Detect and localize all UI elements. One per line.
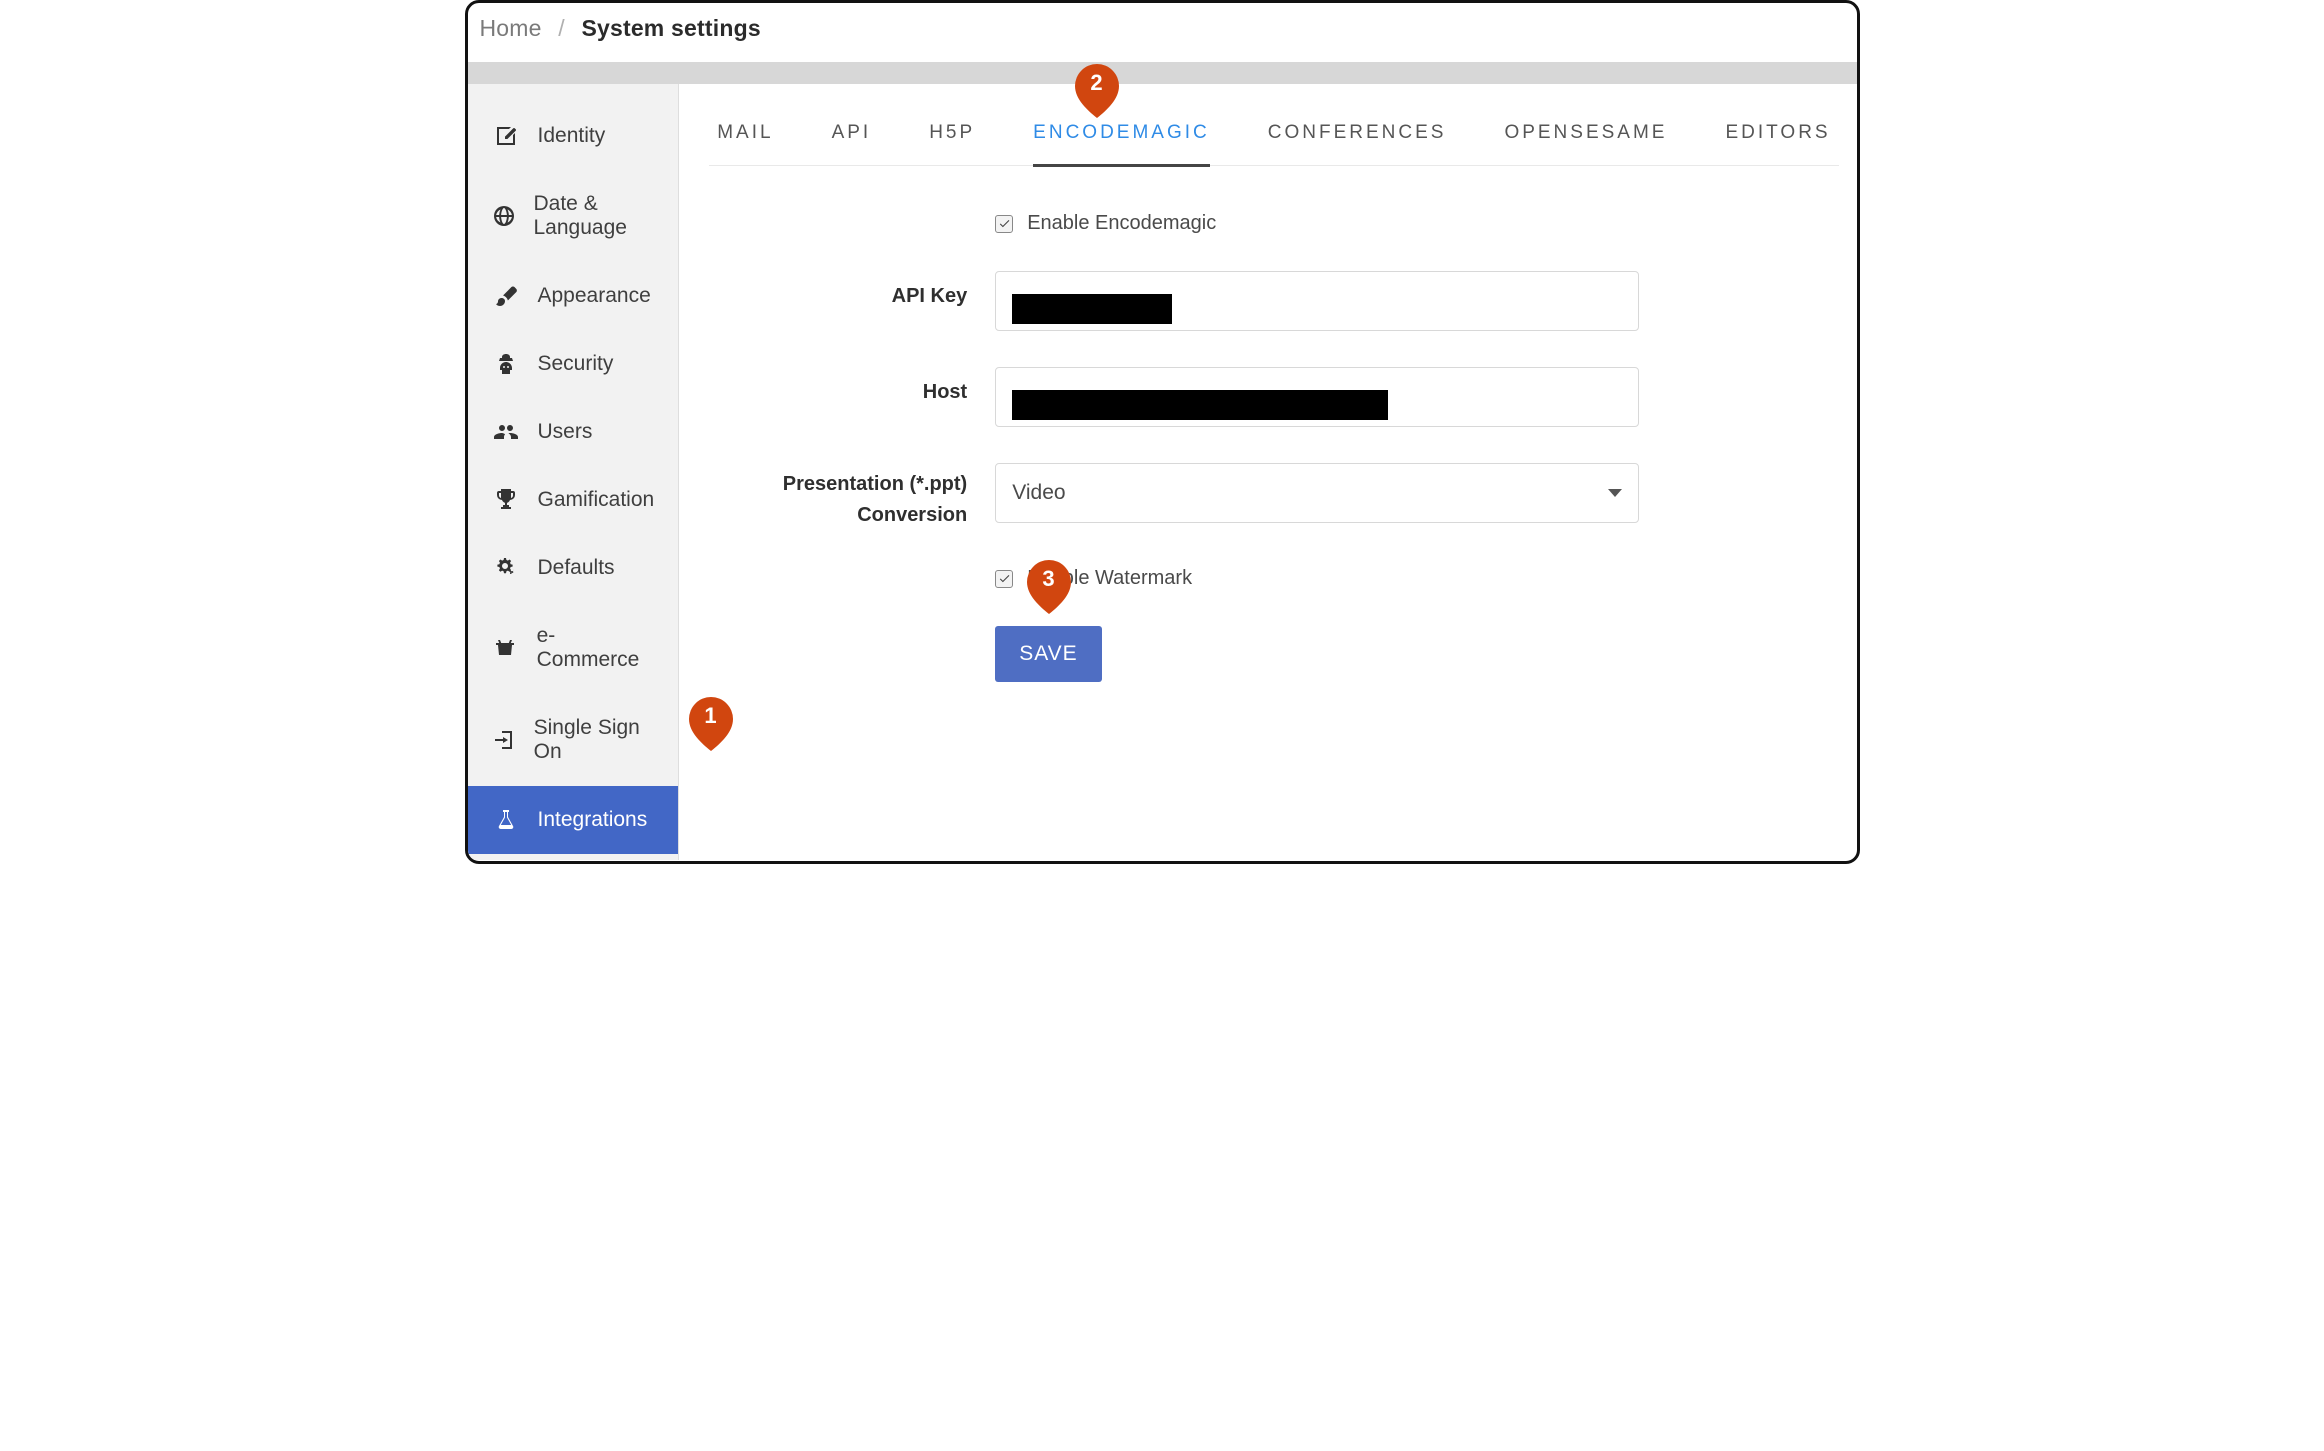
sidebar-item-label: Security [538, 352, 614, 376]
tabs: MAIL API H5P ENCODEMAGIC CONFERENCES OPE… [709, 84, 1838, 166]
save-button[interactable]: SAVE [995, 626, 1101, 682]
sidebar-item-identity[interactable]: Identity [468, 102, 679, 170]
tab-api[interactable]: API [832, 112, 872, 165]
row-save: SAVE [709, 626, 1838, 682]
app-frame: Home / System settings Identity Date & L… [465, 0, 1860, 864]
row-api-key: API Key [709, 271, 1838, 331]
sidebar-item-label: e-Commerce [537, 624, 655, 672]
globe-icon [492, 204, 516, 228]
row-presentation-conversion: Presentation (*.ppt) Conversion Video [709, 463, 1838, 531]
chevron-down-icon [1608, 489, 1622, 497]
breadcrumb-separator: / [558, 15, 565, 41]
presentation-conversion-label: Presentation (*.ppt) Conversion [709, 463, 995, 531]
flask-icon [492, 808, 520, 832]
agent-icon [492, 352, 520, 376]
sidebar-item-sso[interactable]: Single Sign On [468, 694, 679, 786]
host-input[interactable] [995, 367, 1639, 427]
check-icon [998, 572, 1011, 585]
row-enable-encodemagic: Enable Encodemagic [709, 212, 1838, 235]
gears-icon [492, 556, 520, 580]
main-content: MAIL API H5P ENCODEMAGIC CONFERENCES OPE… [679, 84, 1859, 860]
enable-watermark-label: Enable Watermark [1027, 567, 1192, 590]
tab-editors[interactable]: EDITORS [1725, 112, 1830, 165]
sidebar-item-security[interactable]: Security [468, 330, 679, 398]
sidebar-item-label: Integrations [538, 808, 648, 832]
enable-encodemagic-checkbox[interactable] [995, 215, 1013, 233]
trophy-icon [492, 488, 520, 512]
sidebar-item-label: Date & Language [534, 192, 655, 240]
sign-in-icon [492, 728, 516, 752]
page-title: System settings [581, 15, 760, 41]
row-enable-watermark: Enable Watermark [709, 567, 1838, 590]
sidebar-item-label: Appearance [538, 284, 651, 308]
basket-icon [492, 636, 519, 660]
host-label: Host [709, 367, 995, 404]
sidebar: Identity Date & Language Appearance Secu… [468, 84, 680, 860]
breadcrumb: Home / System settings [468, 3, 1857, 62]
paintbrush-icon [492, 284, 520, 308]
sidebar-item-label: Users [538, 420, 593, 444]
sidebar-item-label: Identity [538, 124, 606, 148]
row-host: Host [709, 367, 1838, 427]
sidebar-item-label: Gamification [538, 488, 655, 512]
sidebar-item-ecommerce[interactable]: e-Commerce [468, 602, 679, 694]
enable-encodemagic-label: Enable Encodemagic [1027, 212, 1216, 235]
sidebar-item-debugging[interactable]: Debugging [468, 854, 679, 864]
edit-square-icon [492, 124, 520, 148]
columns: Identity Date & Language Appearance Secu… [468, 84, 1857, 860]
tab-encodemagic[interactable]: ENCODEMAGIC [1033, 112, 1210, 167]
divider-band [468, 62, 1857, 84]
api-key-redacted-value [1012, 294, 1172, 324]
host-redacted-value [1012, 390, 1388, 420]
tab-opensesame[interactable]: OPENSESAME [1504, 112, 1667, 165]
tab-mail[interactable]: MAIL [717, 112, 773, 165]
tab-h5p[interactable]: H5P [929, 112, 975, 165]
sidebar-item-integrations[interactable]: Integrations [468, 786, 679, 854]
sidebar-item-defaults[interactable]: Defaults [468, 534, 679, 602]
users-icon [492, 420, 520, 444]
breadcrumb-home-link[interactable]: Home [480, 15, 542, 41]
sidebar-item-date-language[interactable]: Date & Language [468, 170, 679, 262]
sidebar-item-users[interactable]: Users [468, 398, 679, 466]
presentation-conversion-value: Video [1012, 481, 1065, 505]
encodemagic-form: Enable Encodemagic API Key Host [709, 166, 1838, 682]
check-icon [998, 217, 1011, 230]
sidebar-item-gamification[interactable]: Gamification [468, 466, 679, 534]
presentation-conversion-select[interactable]: Video [995, 463, 1639, 523]
enable-watermark-checkbox[interactable] [995, 570, 1013, 588]
sidebar-item-appearance[interactable]: Appearance [468, 262, 679, 330]
api-key-input[interactable] [995, 271, 1639, 331]
api-key-label: API Key [709, 271, 995, 308]
sidebar-item-label: Defaults [538, 556, 615, 580]
tab-conferences[interactable]: CONFERENCES [1268, 112, 1447, 165]
sidebar-item-label: Single Sign On [534, 716, 655, 764]
